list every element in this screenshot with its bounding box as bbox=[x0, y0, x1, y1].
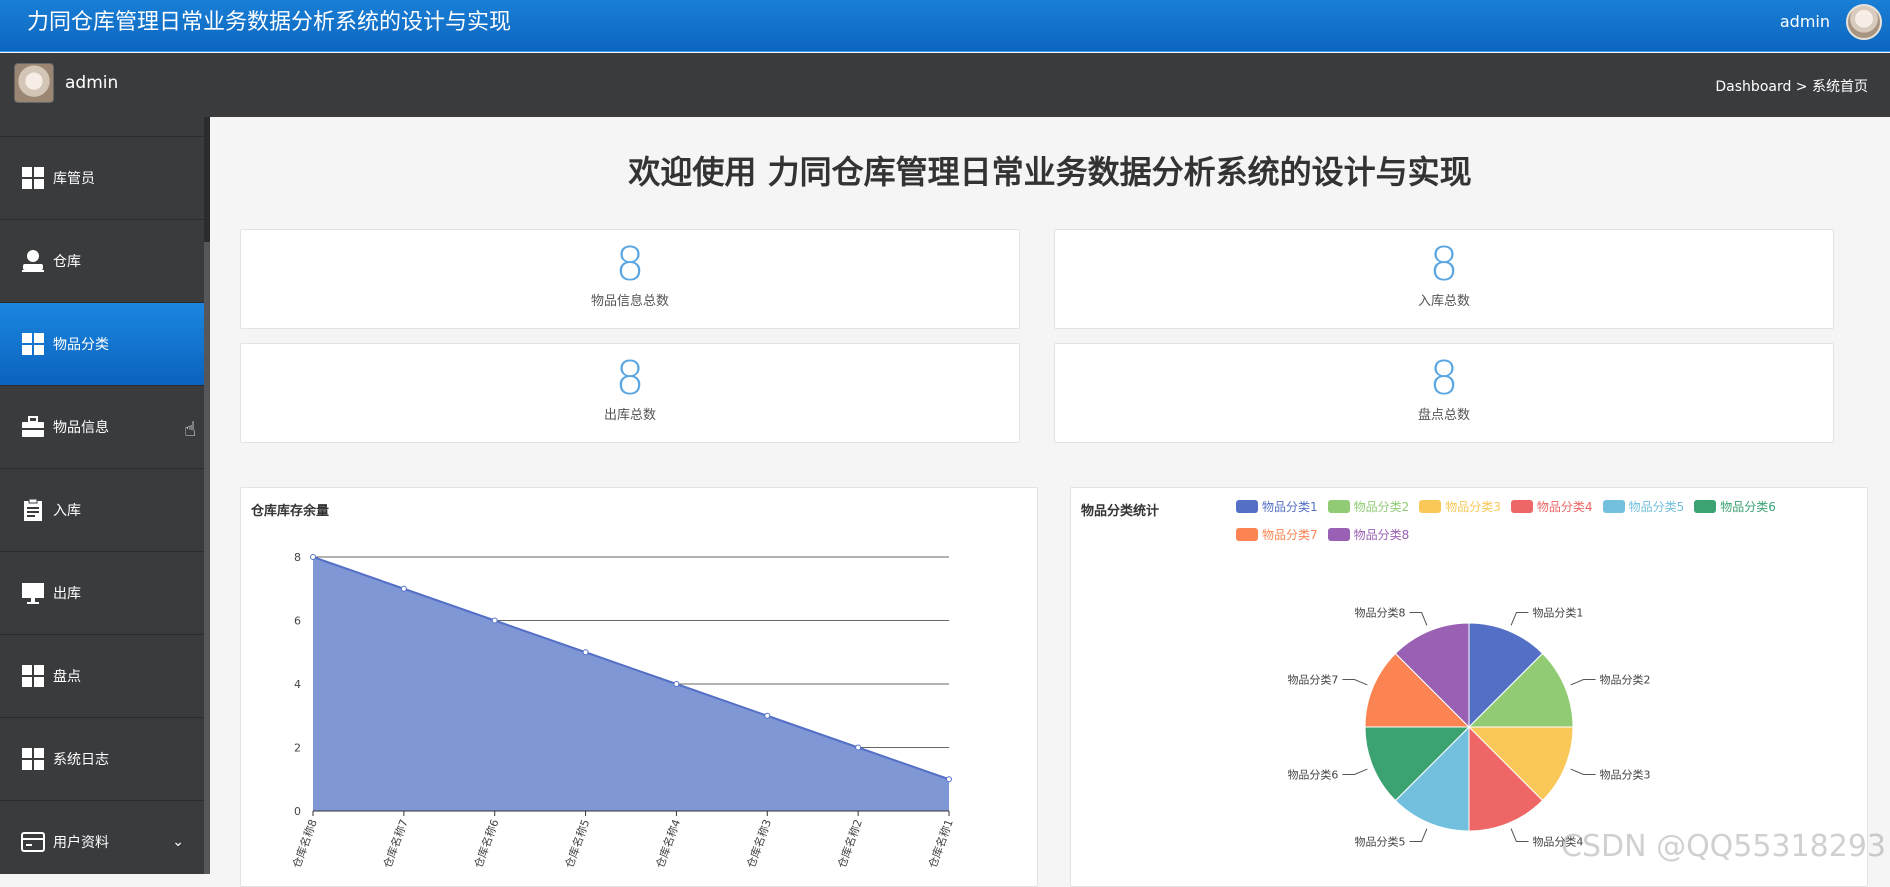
x-tick-label: 仓库名称4 bbox=[653, 817, 684, 870]
sidebar-avatar bbox=[14, 63, 54, 103]
slice-label: 物品分类3 bbox=[1600, 767, 1651, 781]
x-tick-label: 仓库名称7 bbox=[380, 817, 411, 870]
stat-value: 8 bbox=[1429, 351, 1459, 405]
card-icon bbox=[21, 832, 45, 852]
sidebar-item-ruku[interactable]: 入库 bbox=[0, 469, 204, 552]
stat-card-inventory: 8 盘点总数 bbox=[1054, 343, 1834, 443]
category-chart-card: 物品分类统计 物品分类1 物品分类2 物品分类3 物品分类4 物品分类5 物品分类6物品分… bbox=[1070, 487, 1868, 887]
y-tick-label: 2 bbox=[294, 742, 301, 755]
avatar[interactable] bbox=[1846, 4, 1882, 40]
stat-card-items: 8 物品信息总数 bbox=[240, 229, 1020, 329]
slice-label: 物品分类5 bbox=[1355, 835, 1406, 849]
sidebar-item-kuguanyuan[interactable]: 库管员 bbox=[0, 137, 204, 220]
stat-label: 盘点总数 bbox=[1417, 408, 1470, 423]
label-line bbox=[1342, 768, 1368, 775]
y-tick-label: 4 bbox=[294, 678, 301, 691]
data-point[interactable] bbox=[310, 554, 316, 560]
watermark: CSDN @QQ55318293 bbox=[1561, 829, 1886, 864]
user-icon bbox=[22, 250, 44, 272]
y-tick-label: 6 bbox=[294, 615, 301, 628]
data-point[interactable] bbox=[673, 681, 680, 687]
grid-icon bbox=[22, 748, 44, 770]
label-line bbox=[1409, 611, 1428, 626]
data-point[interactable] bbox=[400, 585, 407, 592]
monitor-icon bbox=[22, 583, 44, 604]
label-line bbox=[1510, 828, 1529, 843]
cursor-icon: ☝ bbox=[184, 417, 197, 441]
sidebar-item-label: 库管员 bbox=[53, 171, 95, 187]
sidebar-top-stub bbox=[0, 117, 210, 137]
data-point[interactable] bbox=[946, 776, 952, 783]
sidebar-item-label: 入库 bbox=[53, 503, 81, 519]
stat-label: 物品信息总数 bbox=[590, 294, 669, 309]
stat-card-inbound: 8 入库总数 bbox=[1054, 229, 1834, 329]
chevron-down-icon[interactable]: ⌄ bbox=[172, 834, 184, 850]
label-line bbox=[1510, 611, 1529, 626]
x-tick-label: 仓库名称8 bbox=[289, 817, 320, 870]
main-content: 欢迎使用 力同仓库管理日常业务数据分析系统的设计与实现 8 物品信息总数 8 入… bbox=[210, 117, 1890, 887]
top-bar: 力同仓库管理日常业务数据分析系统的设计与实现 admin bbox=[0, 0, 1890, 52]
category-pie-chart: 物品分类1物品分类2物品分类3物品分类4物品分类5物品分类6物品分类7物品分类8 bbox=[1287, 605, 1651, 849]
sidebar-item-label: 物品信息 bbox=[53, 420, 109, 436]
sidebar-item-yonghuziliao[interactable]: 用户资料 ⌄ bbox=[0, 801, 204, 874]
sidebar-item-label: 仓库 bbox=[53, 254, 81, 270]
slice-label: 物品分类7 bbox=[1287, 673, 1338, 687]
stock-chart-card: 仓库库存余量 0 2 4 6 8 仓库名称8 仓库名称7 仓库名称6 仓库名称5 仓库名称4 仓库名… bbox=[240, 487, 1038, 887]
data-point[interactable] bbox=[582, 649, 589, 656]
grid-icon bbox=[22, 167, 44, 189]
stock-area-chart: 0 2 4 6 8 仓库名称8 仓库名称7 仓库名称6 仓库名称5 仓库名称4 仓库名称3 仓库名称2… bbox=[289, 551, 956, 870]
y-tick-label: 0 bbox=[294, 805, 301, 818]
breadcrumb[interactable]: Dashboard > 系统首页 bbox=[1715, 76, 1868, 96]
stat-label: 出库总数 bbox=[603, 408, 656, 423]
sidebar-item-cangku[interactable]: 仓库 bbox=[0, 220, 204, 303]
x-tick-label: 仓库名称6 bbox=[471, 817, 502, 870]
label-line bbox=[1570, 768, 1596, 775]
label-line bbox=[1409, 828, 1428, 843]
stat-value: 8 bbox=[615, 351, 645, 405]
clipboard-icon bbox=[24, 498, 42, 521]
sidebar-item-label: 出库 bbox=[53, 586, 81, 602]
top-username[interactable]: admin bbox=[1780, 12, 1830, 32]
label-line bbox=[1570, 679, 1596, 686]
sidebar-item-pandian[interactable]: 盘点 bbox=[0, 635, 204, 718]
stat-label: 入库总数 bbox=[1417, 294, 1470, 309]
label-line bbox=[1342, 679, 1368, 686]
sidebar-item-xitongrizhi[interactable]: 系统日志 bbox=[0, 718, 204, 801]
sidebar: 库管员 仓库 物品分类 物品信息 入库 出库 盘点 系统日志 用户资料 ⌄ ☝ bbox=[0, 117, 210, 874]
stat-value: 8 bbox=[1429, 237, 1459, 291]
sidebar-item-wupinfenlei[interactable]: 物品分类 bbox=[0, 303, 204, 386]
x-tick-label: 仓库名称2 bbox=[834, 817, 865, 870]
grid-icon bbox=[22, 333, 44, 355]
sidebar-item-label: 系统日志 bbox=[53, 752, 109, 768]
x-tick-label: 仓库名称5 bbox=[562, 817, 593, 870]
sidebar-item-wupinxinxi[interactable]: 物品信息 bbox=[0, 386, 204, 469]
slice-label: 物品分类6 bbox=[1287, 767, 1338, 781]
x-tick-label: 仓库名称1 bbox=[925, 817, 956, 870]
data-point[interactable] bbox=[855, 744, 862, 751]
page-title: 欢迎使用 力同仓库管理日常业务数据分析系统的设计与实现 bbox=[628, 153, 1472, 191]
sidebar-username: admin bbox=[65, 73, 119, 93]
slice-label: 物品分类8 bbox=[1355, 605, 1406, 619]
briefcase-icon bbox=[22, 416, 44, 437]
x-tick-label: 仓库名称3 bbox=[744, 817, 775, 870]
sub-header: admin Dashboard > 系统首页 bbox=[0, 53, 1890, 117]
data-point[interactable] bbox=[764, 712, 771, 719]
slice-label: 物品分类1 bbox=[1532, 605, 1583, 619]
sidebar-item-label: 盘点 bbox=[53, 669, 81, 685]
y-tick-label: 8 bbox=[294, 551, 301, 564]
grid-icon bbox=[22, 665, 44, 687]
sidebar-item-chuku[interactable]: 出库 bbox=[0, 552, 204, 635]
app-title: 力同仓库管理日常业务数据分析系统的设计与实现 bbox=[27, 10, 512, 35]
stat-value: 8 bbox=[615, 237, 645, 291]
sidebar-item-label: 用户资料 bbox=[53, 835, 109, 851]
sidebar-item-label: 物品分类 bbox=[53, 337, 109, 353]
stat-card-outbound: 8 出库总数 bbox=[240, 343, 1020, 443]
data-point[interactable] bbox=[491, 617, 498, 624]
slice-label: 物品分类2 bbox=[1600, 673, 1651, 687]
